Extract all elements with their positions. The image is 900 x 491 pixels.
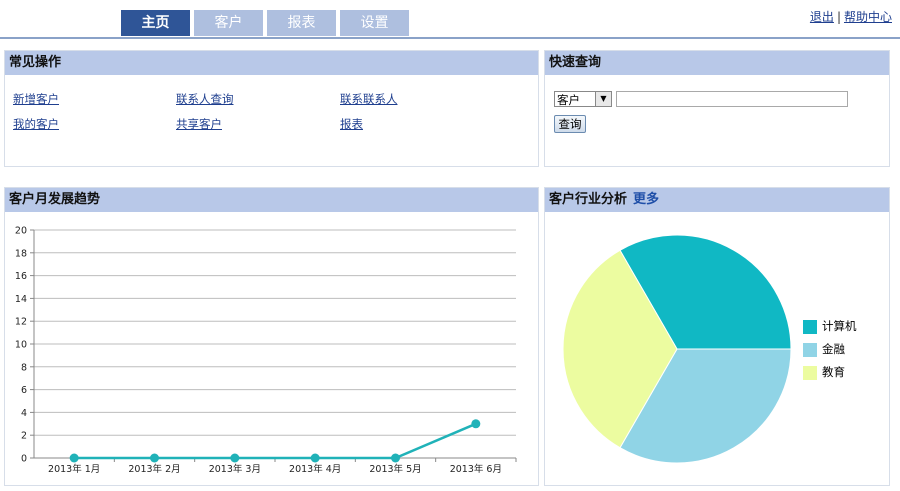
- panel-title: 客户月发展趋势: [5, 188, 538, 212]
- industry-title: 客户行业分析: [549, 192, 628, 207]
- help-center-link[interactable]: 帮助中心: [844, 10, 892, 24]
- data-point: [69, 453, 79, 463]
- reports-link[interactable]: 报表: [340, 116, 363, 132]
- data-point: [391, 453, 400, 463]
- series-line: [74, 422, 477, 460]
- legend-swatch: [803, 319, 817, 334]
- link-separator: |: [836, 10, 841, 24]
- y-tick-label: 18: [15, 248, 27, 259]
- y-tick-label: 20: [15, 226, 27, 237]
- legend-label: 计算机: [822, 319, 857, 333]
- x-tick-label: 2013年 1月: [48, 463, 100, 475]
- search-input[interactable]: [616, 91, 848, 107]
- panel-title: 快速查询: [545, 51, 889, 75]
- tab-home[interactable]: 主页: [121, 10, 190, 36]
- y-tick-label: 16: [15, 271, 27, 282]
- search-type-select[interactable]: 客户 ▼: [554, 91, 612, 107]
- quick-search-panel: 快速查询 客户 ▼ 查询: [544, 50, 890, 167]
- contact-search-link[interactable]: 联系人查询: [176, 91, 234, 107]
- legend-swatch: [803, 342, 817, 357]
- top-links: 退出 | 帮助中心: [810, 8, 892, 25]
- my-customers-link[interactable]: 我的客户: [13, 116, 59, 132]
- legend-item-computer: 计算机: [803, 318, 857, 334]
- tab-reports[interactable]: 报表: [267, 10, 336, 36]
- y-tick-label: 0: [21, 454, 27, 465]
- legend-item-finance: 金融: [803, 341, 845, 357]
- tab-settings[interactable]: 设置: [340, 10, 409, 36]
- customer-trend-panel: 客户月发展趋势 0 2 4 6 8 10 12 14 16 18 20 2013年 1月 2013年 2…: [4, 187, 539, 486]
- y-tick-label: 14: [15, 294, 27, 305]
- add-customer-link[interactable]: 新增客户: [13, 91, 59, 107]
- search-type-value: 客户: [557, 93, 580, 107]
- top-nav: 主页 客户 报表 设置 退出 | 帮助中心: [0, 0, 900, 39]
- x-tick-label: 2013年 3月: [209, 463, 261, 475]
- data-point: [310, 453, 320, 463]
- legend-swatch: [803, 365, 817, 380]
- legend-label: 教育: [822, 365, 845, 379]
- tab-customers[interactable]: 客户: [194, 10, 263, 36]
- panel-title: 常见操作: [5, 51, 538, 75]
- y-tick-label: 6: [21, 385, 27, 396]
- data-point: [230, 453, 240, 463]
- y-tick-label: 8: [21, 362, 27, 373]
- logout-link[interactable]: 退出: [810, 10, 834, 24]
- shared-customers-link[interactable]: 共享客户: [176, 116, 222, 132]
- more-link[interactable]: 更多: [633, 192, 659, 207]
- y-tick-label: 2: [21, 431, 27, 442]
- x-tick-label: 2013年 4月: [289, 463, 341, 475]
- y-tick-label: 12: [15, 317, 27, 328]
- industry-pie-chart: [562, 234, 792, 464]
- legend-item-education: 教育: [803, 364, 845, 380]
- legend-label: 金融: [822, 342, 845, 356]
- dropdown-arrow-icon: ▼: [595, 92, 611, 106]
- x-tick-label: 2013年 2月: [128, 463, 180, 475]
- x-tick-label: 2013年 5月: [369, 463, 421, 475]
- contact-contacts-link[interactable]: 联系联系人: [340, 91, 398, 107]
- y-tick-label: 4: [21, 408, 27, 419]
- y-tick-label: 10: [15, 340, 27, 351]
- panel-title: 客户行业分析 更多: [545, 188, 889, 212]
- trend-line-chart: 0 2 4 6 8 10 12 14 16 18 20 2013年 1月 2013年 2月 2013年 3…: [15, 226, 517, 475]
- search-button[interactable]: 查询: [554, 115, 586, 133]
- x-tick-label: 2013年 6月: [450, 463, 502, 475]
- data-point: [150, 453, 159, 463]
- data-point: [471, 419, 481, 429]
- common-operations-panel: 常见操作 新增客户 联系人查询 联系联系人 我的客户 共享客户 报表: [4, 50, 539, 167]
- industry-analysis-panel: 客户行业分析 更多 计算机 金融 教育: [544, 187, 890, 486]
